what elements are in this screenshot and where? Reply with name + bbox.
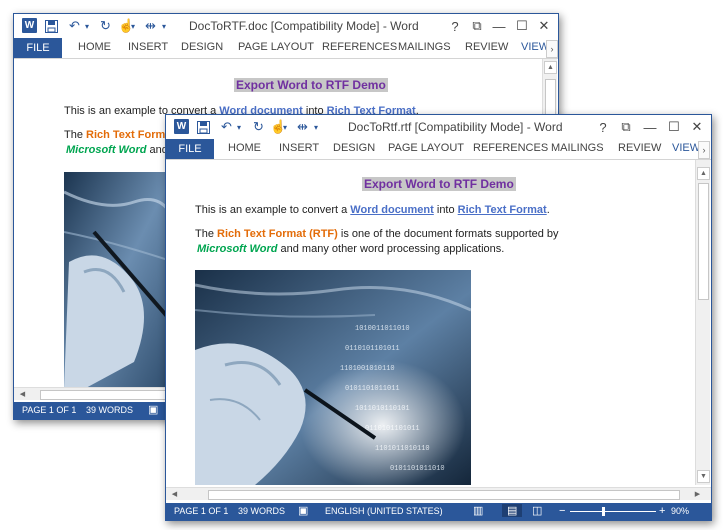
tab-mailings[interactable]: MAILINGS — [398, 41, 451, 53]
print-layout-icon[interactable]: ▤ — [502, 504, 523, 517]
link-rich-text-format[interactable]: Rich Text Format — [458, 204, 547, 216]
minimize-button[interactable]: — — [639, 118, 661, 136]
scroll-left-icon[interactable]: ◀ — [17, 388, 28, 399]
redo-icon[interactable]: ↻ — [100, 18, 111, 34]
scroll-left-icon[interactable]: ◀ — [169, 488, 180, 499]
tab-mailings[interactable]: MAILINGS — [551, 142, 604, 154]
front-word-window: W ↶ ▾ ↻ ☝ ▾ ⇹ ▾ DocToRtf.rtf [Compatibil… — [165, 114, 712, 521]
touch-dropdown-icon[interactable]: ▾ — [131, 18, 135, 34]
paragraph-2-line-2: Microsoft Word and m — [66, 144, 181, 156]
scroll-thumb[interactable] — [698, 183, 709, 300]
zoom-out-button[interactable]: − — [559, 505, 565, 517]
tab-home[interactable]: HOME — [78, 41, 111, 53]
window-title: DocToRTF.doc [Compatibility Mode] - Word — [189, 19, 419, 33]
undo-dropdown-icon[interactable]: ▾ — [85, 18, 89, 34]
document-image[interactable] — [64, 172, 174, 389]
tab-review[interactable]: REVIEW — [618, 142, 661, 154]
tab-home[interactable]: HOME — [228, 142, 261, 154]
tab-references[interactable]: REFERENCES — [473, 142, 548, 154]
save-icon[interactable] — [197, 119, 210, 135]
horizontal-scrollbar[interactable]: ◀ ▶ — [166, 487, 711, 500]
scroll-up-icon[interactable]: ▲ — [544, 61, 557, 74]
ribbon-scroll-right-icon[interactable]: › — [546, 40, 558, 58]
undo-icon[interactable]: ↶ — [69, 18, 80, 34]
close-button[interactable]: ✕ — [686, 118, 708, 136]
page-count[interactable]: PAGE 1 OF 1 — [22, 405, 76, 415]
customize-dropdown-icon[interactable]: ▾ — [162, 18, 166, 34]
word-icon[interactable]: W — [22, 18, 37, 33]
tab-design[interactable]: DESIGN — [333, 142, 375, 154]
page-count[interactable]: PAGE 1 OF 1 — [174, 506, 228, 516]
redo-icon[interactable]: ↻ — [253, 119, 264, 135]
customize-icon[interactable]: ⇹ — [145, 18, 156, 34]
document-heading: Export Word to RTF Demo — [234, 78, 388, 92]
minimize-button[interactable]: — — [488, 17, 510, 35]
help-icon[interactable]: ? — [444, 17, 466, 35]
scroll-up-icon[interactable]: ▲ — [697, 167, 710, 180]
customize-icon[interactable]: ⇹ — [297, 119, 308, 135]
zoom-in-button[interactable]: + — [659, 505, 665, 517]
status-bar: PAGE 1 OF 1 39 WORDS ▣ ENGLISH (UNITED S… — [166, 503, 711, 520]
link-word-document[interactable]: Word document — [350, 204, 434, 216]
touch-dropdown-icon[interactable]: ▾ — [283, 119, 287, 135]
zoom-slider-handle[interactable] — [602, 507, 605, 516]
undo-dropdown-icon[interactable]: ▾ — [237, 119, 241, 135]
zoom-slider[interactable] — [570, 511, 656, 512]
ribbon-tabs: FILE HOME INSERT DESIGN PAGE LAYOUT REFE… — [14, 38, 558, 59]
document-heading: Export Word to RTF Demo — [362, 177, 516, 191]
read-mode-icon[interactable]: ▥ — [473, 504, 483, 517]
tab-file[interactable]: FILE — [166, 139, 214, 159]
help-icon[interactable]: ? — [592, 118, 614, 136]
customize-dropdown-icon[interactable]: ▾ — [314, 119, 318, 135]
web-layout-icon[interactable]: ◫ — [532, 504, 542, 517]
tab-review[interactable]: REVIEW — [465, 41, 508, 53]
back-title-bar[interactable]: W ↶ ▾ ↻ ☝ ▾ ⇹ ▾ DocToRTF.doc [Compatibil… — [14, 14, 558, 38]
vertical-scrollbar[interactable]: ▲ ▼ — [695, 160, 710, 485]
tab-view[interactable]: VIEW — [521, 41, 549, 53]
tab-design[interactable]: DESIGN — [181, 41, 223, 53]
ribbon-display-icon[interactable]: ⧉ — [615, 118, 637, 136]
paragraph-1: This is an example to convert a Word doc… — [195, 204, 550, 216]
scroll-right-icon[interactable]: ▶ — [692, 488, 703, 499]
paragraph-2: The Rich Text Format — [64, 129, 176, 141]
hscroll-thumb[interactable] — [208, 490, 680, 500]
tab-insert[interactable]: INSERT — [128, 41, 168, 53]
save-icon[interactable] — [45, 18, 58, 34]
tab-page-layout[interactable]: PAGE LAYOUT — [238, 41, 314, 53]
ribbon-scroll-right-icon[interactable]: › — [698, 141, 710, 159]
word-count[interactable]: 39 WORDS — [86, 405, 133, 415]
close-button[interactable]: ✕ — [533, 17, 555, 35]
undo-icon[interactable]: ↶ — [221, 119, 232, 135]
word-icon[interactable]: W — [174, 119, 189, 134]
maximize-button[interactable]: ☐ — [663, 118, 685, 136]
tab-view[interactable]: VIEW — [672, 142, 700, 154]
tab-file[interactable]: FILE — [14, 38, 62, 58]
language-indicator[interactable]: ENGLISH (UNITED STATES) — [325, 506, 443, 516]
document-image[interactable]: 1010011011010 0110101101011 110100101011… — [195, 270, 471, 485]
tab-references[interactable]: REFERENCES — [322, 41, 397, 53]
window-title: DocToRtf.rtf [Compatibility Mode] - Word — [348, 120, 563, 134]
ribbon-display-icon[interactable]: ⧉ — [466, 17, 488, 35]
tab-insert[interactable]: INSERT — [279, 142, 319, 154]
maximize-button[interactable]: ☐ — [511, 17, 533, 35]
scroll-down-icon[interactable]: ▼ — [697, 470, 710, 483]
ribbon-tabs: FILE HOME INSERT DESIGN PAGE LAYOUT REFE… — [166, 139, 711, 160]
tab-page-layout[interactable]: PAGE LAYOUT — [388, 142, 464, 154]
proofing-icon[interactable]: ▣ — [298, 504, 308, 517]
front-title-bar[interactable]: W ↶ ▾ ↻ ☝ ▾ ⇹ ▾ DocToRtf.rtf [Compatibil… — [166, 115, 711, 139]
proofing-icon[interactable]: ▣ — [148, 403, 158, 416]
word-count[interactable]: 39 WORDS — [238, 506, 285, 516]
paragraph-2-line-2: Microsoft Word and many other word proce… — [197, 243, 505, 255]
document-area[interactable]: Export Word to RTF Demo This is an examp… — [166, 160, 695, 485]
paragraph-2: The Rich Text Format (RTF) is one of the… — [195, 228, 559, 240]
zoom-level[interactable]: 90% — [671, 506, 689, 516]
